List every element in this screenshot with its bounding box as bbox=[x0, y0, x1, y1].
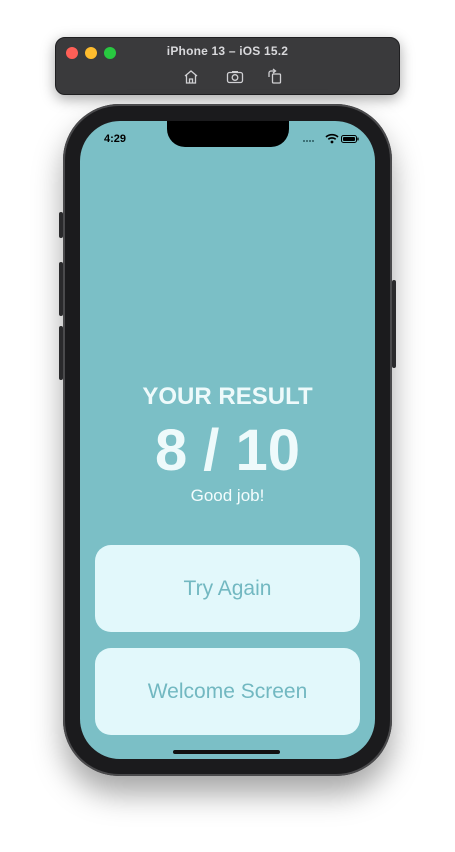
try-again-button[interactable]: Try Again bbox=[95, 545, 360, 632]
welcome-screen-button[interactable]: Welcome Screen bbox=[95, 648, 360, 735]
silent-switch bbox=[59, 212, 63, 238]
home-indicator bbox=[173, 750, 280, 754]
rotate-icon[interactable] bbox=[265, 68, 285, 86]
volume-up-button bbox=[59, 262, 63, 316]
status-time: 4:29 bbox=[104, 133, 127, 145]
iphone-frame: 4:29 YOUR RESULT 8 / 10 Good job! Try Ag… bbox=[59, 104, 396, 776]
result-message: Good job! bbox=[190, 486, 265, 505]
simulator-page: iPhone 13 – iOS 15.2 4:29 YOUR RESULT 8 … bbox=[0, 0, 455, 852]
wifi-icon bbox=[325, 133, 339, 144]
simulator-title: iPhone 13 – iOS 15.2 bbox=[166, 44, 289, 58]
app-screen: 4:29 YOUR RESULT 8 / 10 Good job! Try Ag… bbox=[80, 121, 375, 759]
simulator-toolbar: iPhone 13 – iOS 15.2 bbox=[55, 37, 400, 95]
result-title: YOUR RESULT bbox=[142, 383, 313, 410]
home-icon[interactable] bbox=[181, 68, 201, 86]
screenshot-icon[interactable] bbox=[225, 68, 245, 86]
simulator-tools bbox=[56, 68, 399, 86]
power-button bbox=[392, 280, 396, 368]
battery-icon bbox=[341, 135, 359, 143]
notch bbox=[167, 121, 289, 147]
signal-icon bbox=[303, 138, 317, 142]
volume-down-button bbox=[59, 326, 63, 380]
score-value: 8 / 10 bbox=[154, 418, 301, 483]
